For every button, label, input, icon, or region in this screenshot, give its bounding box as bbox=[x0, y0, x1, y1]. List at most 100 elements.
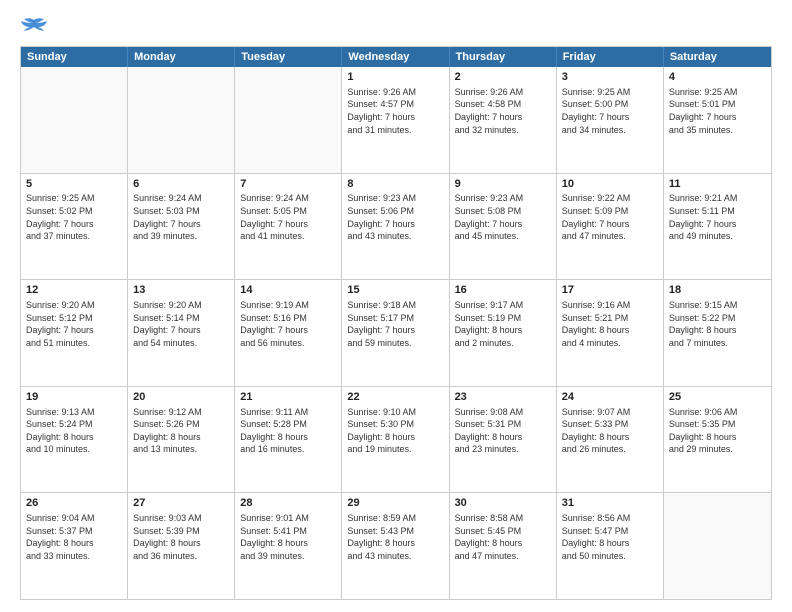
day-info: Sunrise: 9:04 AM Sunset: 5:37 PM Dayligh… bbox=[26, 512, 122, 562]
day-cell-8: 8Sunrise: 9:23 AM Sunset: 5:06 PM Daylig… bbox=[342, 174, 449, 280]
day-info: Sunrise: 9:11 AM Sunset: 5:28 PM Dayligh… bbox=[240, 406, 336, 456]
day-cell-6: 6Sunrise: 9:24 AM Sunset: 5:03 PM Daylig… bbox=[128, 174, 235, 280]
day-cell-22: 22Sunrise: 9:10 AM Sunset: 5:30 PM Dayli… bbox=[342, 387, 449, 493]
day-cell-17: 17Sunrise: 9:16 AM Sunset: 5:21 PM Dayli… bbox=[557, 280, 664, 386]
day-number: 27 bbox=[133, 496, 229, 511]
week-row-5: 26Sunrise: 9:04 AM Sunset: 5:37 PM Dayli… bbox=[21, 492, 771, 599]
day-number: 13 bbox=[133, 283, 229, 298]
day-cell-31: 31Sunrise: 8:56 AM Sunset: 5:47 PM Dayli… bbox=[557, 493, 664, 599]
day-info: Sunrise: 9:06 AM Sunset: 5:35 PM Dayligh… bbox=[669, 406, 766, 456]
day-info: Sunrise: 8:58 AM Sunset: 5:45 PM Dayligh… bbox=[455, 512, 551, 562]
day-number: 6 bbox=[133, 177, 229, 192]
header-day-saturday: Saturday bbox=[664, 47, 771, 67]
day-cell-16: 16Sunrise: 9:17 AM Sunset: 5:19 PM Dayli… bbox=[450, 280, 557, 386]
day-cell-24: 24Sunrise: 9:07 AM Sunset: 5:33 PM Dayli… bbox=[557, 387, 664, 493]
day-number: 16 bbox=[455, 283, 551, 298]
day-number: 1 bbox=[347, 70, 443, 85]
day-number: 26 bbox=[26, 496, 122, 511]
empty-cell bbox=[664, 493, 771, 599]
calendar-body: 1Sunrise: 9:26 AM Sunset: 4:57 PM Daylig… bbox=[21, 67, 771, 599]
day-info: Sunrise: 9:07 AM Sunset: 5:33 PM Dayligh… bbox=[562, 406, 658, 456]
day-info: Sunrise: 9:25 AM Sunset: 5:02 PM Dayligh… bbox=[26, 192, 122, 242]
day-cell-19: 19Sunrise: 9:13 AM Sunset: 5:24 PM Dayli… bbox=[21, 387, 128, 493]
day-cell-1: 1Sunrise: 9:26 AM Sunset: 4:57 PM Daylig… bbox=[342, 67, 449, 173]
day-number: 20 bbox=[133, 390, 229, 405]
day-number: 28 bbox=[240, 496, 336, 511]
day-info: Sunrise: 8:56 AM Sunset: 5:47 PM Dayligh… bbox=[562, 512, 658, 562]
day-info: Sunrise: 9:26 AM Sunset: 4:57 PM Dayligh… bbox=[347, 86, 443, 136]
day-info: Sunrise: 9:24 AM Sunset: 5:05 PM Dayligh… bbox=[240, 192, 336, 242]
day-cell-15: 15Sunrise: 9:18 AM Sunset: 5:17 PM Dayli… bbox=[342, 280, 449, 386]
day-cell-13: 13Sunrise: 9:20 AM Sunset: 5:14 PM Dayli… bbox=[128, 280, 235, 386]
day-cell-27: 27Sunrise: 9:03 AM Sunset: 5:39 PM Dayli… bbox=[128, 493, 235, 599]
day-info: Sunrise: 9:18 AM Sunset: 5:17 PM Dayligh… bbox=[347, 299, 443, 349]
day-info: Sunrise: 9:25 AM Sunset: 5:00 PM Dayligh… bbox=[562, 86, 658, 136]
page: SundayMondayTuesdayWednesdayThursdayFrid… bbox=[0, 0, 792, 612]
header-day-thursday: Thursday bbox=[450, 47, 557, 67]
day-cell-18: 18Sunrise: 9:15 AM Sunset: 5:22 PM Dayli… bbox=[664, 280, 771, 386]
day-cell-28: 28Sunrise: 9:01 AM Sunset: 5:41 PM Dayli… bbox=[235, 493, 342, 599]
day-number: 19 bbox=[26, 390, 122, 405]
day-number: 25 bbox=[669, 390, 766, 405]
day-cell-3: 3Sunrise: 9:25 AM Sunset: 5:00 PM Daylig… bbox=[557, 67, 664, 173]
day-number: 7 bbox=[240, 177, 336, 192]
day-number: 4 bbox=[669, 70, 766, 85]
header-day-monday: Monday bbox=[128, 47, 235, 67]
day-number: 30 bbox=[455, 496, 551, 511]
day-cell-9: 9Sunrise: 9:23 AM Sunset: 5:08 PM Daylig… bbox=[450, 174, 557, 280]
day-cell-29: 29Sunrise: 8:59 AM Sunset: 5:43 PM Dayli… bbox=[342, 493, 449, 599]
day-cell-2: 2Sunrise: 9:26 AM Sunset: 4:58 PM Daylig… bbox=[450, 67, 557, 173]
day-cell-30: 30Sunrise: 8:58 AM Sunset: 5:45 PM Dayli… bbox=[450, 493, 557, 599]
day-cell-4: 4Sunrise: 9:25 AM Sunset: 5:01 PM Daylig… bbox=[664, 67, 771, 173]
day-cell-26: 26Sunrise: 9:04 AM Sunset: 5:37 PM Dayli… bbox=[21, 493, 128, 599]
day-cell-11: 11Sunrise: 9:21 AM Sunset: 5:11 PM Dayli… bbox=[664, 174, 771, 280]
day-number: 23 bbox=[455, 390, 551, 405]
day-info: Sunrise: 9:01 AM Sunset: 5:41 PM Dayligh… bbox=[240, 512, 336, 562]
day-number: 9 bbox=[455, 177, 551, 192]
day-number: 15 bbox=[347, 283, 443, 298]
day-info: Sunrise: 9:17 AM Sunset: 5:19 PM Dayligh… bbox=[455, 299, 551, 349]
week-row-4: 19Sunrise: 9:13 AM Sunset: 5:24 PM Dayli… bbox=[21, 386, 771, 493]
day-info: Sunrise: 9:19 AM Sunset: 5:16 PM Dayligh… bbox=[240, 299, 336, 349]
day-info: Sunrise: 9:12 AM Sunset: 5:26 PM Dayligh… bbox=[133, 406, 229, 456]
calendar-header: SundayMondayTuesdayWednesdayThursdayFrid… bbox=[21, 47, 771, 67]
day-number: 24 bbox=[562, 390, 658, 405]
day-info: Sunrise: 8:59 AM Sunset: 5:43 PM Dayligh… bbox=[347, 512, 443, 562]
day-info: Sunrise: 9:23 AM Sunset: 5:06 PM Dayligh… bbox=[347, 192, 443, 242]
day-info: Sunrise: 9:21 AM Sunset: 5:11 PM Dayligh… bbox=[669, 192, 766, 242]
empty-cell bbox=[128, 67, 235, 173]
day-number: 2 bbox=[455, 70, 551, 85]
empty-cell bbox=[235, 67, 342, 173]
day-number: 22 bbox=[347, 390, 443, 405]
logo bbox=[20, 16, 52, 38]
day-number: 12 bbox=[26, 283, 122, 298]
header bbox=[20, 16, 772, 38]
day-info: Sunrise: 9:08 AM Sunset: 5:31 PM Dayligh… bbox=[455, 406, 551, 456]
day-cell-25: 25Sunrise: 9:06 AM Sunset: 5:35 PM Dayli… bbox=[664, 387, 771, 493]
day-number: 29 bbox=[347, 496, 443, 511]
day-info: Sunrise: 9:16 AM Sunset: 5:21 PM Dayligh… bbox=[562, 299, 658, 349]
empty-cell bbox=[21, 67, 128, 173]
day-cell-12: 12Sunrise: 9:20 AM Sunset: 5:12 PM Dayli… bbox=[21, 280, 128, 386]
day-cell-7: 7Sunrise: 9:24 AM Sunset: 5:05 PM Daylig… bbox=[235, 174, 342, 280]
day-number: 31 bbox=[562, 496, 658, 511]
day-info: Sunrise: 9:03 AM Sunset: 5:39 PM Dayligh… bbox=[133, 512, 229, 562]
day-number: 8 bbox=[347, 177, 443, 192]
day-info: Sunrise: 9:20 AM Sunset: 5:12 PM Dayligh… bbox=[26, 299, 122, 349]
calendar: SundayMondayTuesdayWednesdayThursdayFrid… bbox=[20, 46, 772, 600]
day-number: 5 bbox=[26, 177, 122, 192]
week-row-2: 5Sunrise: 9:25 AM Sunset: 5:02 PM Daylig… bbox=[21, 173, 771, 280]
header-day-friday: Friday bbox=[557, 47, 664, 67]
day-cell-5: 5Sunrise: 9:25 AM Sunset: 5:02 PM Daylig… bbox=[21, 174, 128, 280]
header-day-wednesday: Wednesday bbox=[342, 47, 449, 67]
day-number: 21 bbox=[240, 390, 336, 405]
header-day-tuesday: Tuesday bbox=[235, 47, 342, 67]
day-info: Sunrise: 9:15 AM Sunset: 5:22 PM Dayligh… bbox=[669, 299, 766, 349]
day-info: Sunrise: 9:13 AM Sunset: 5:24 PM Dayligh… bbox=[26, 406, 122, 456]
day-info: Sunrise: 9:26 AM Sunset: 4:58 PM Dayligh… bbox=[455, 86, 551, 136]
day-info: Sunrise: 9:23 AM Sunset: 5:08 PM Dayligh… bbox=[455, 192, 551, 242]
day-cell-10: 10Sunrise: 9:22 AM Sunset: 5:09 PM Dayli… bbox=[557, 174, 664, 280]
header-day-sunday: Sunday bbox=[21, 47, 128, 67]
day-info: Sunrise: 9:20 AM Sunset: 5:14 PM Dayligh… bbox=[133, 299, 229, 349]
day-number: 14 bbox=[240, 283, 336, 298]
